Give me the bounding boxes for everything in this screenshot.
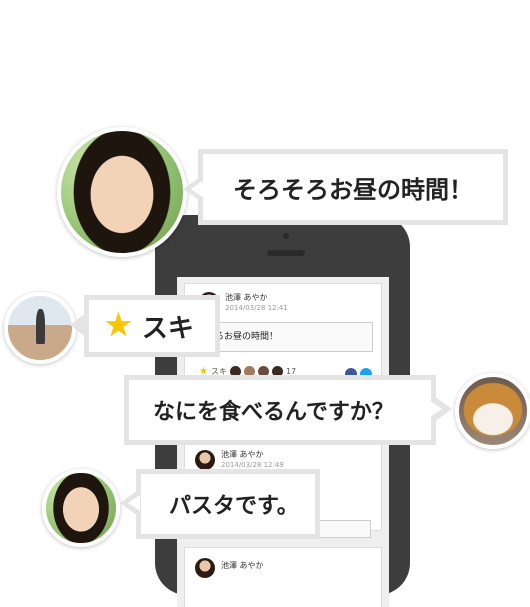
- avatar[interactable]: [195, 558, 215, 578]
- post-author[interactable]: 池澤 あやか: [221, 449, 264, 460]
- camera-icon: [283, 233, 289, 239]
- post-time: 2014/03/28 12:49: [221, 461, 284, 469]
- bubble-text: パスタです。: [169, 493, 299, 518]
- like-bubble: ★ スキ: [84, 295, 220, 357]
- avatar[interactable]: [195, 450, 215, 470]
- bubble-tail: [430, 401, 442, 417]
- avatar: [455, 373, 530, 449]
- speaker-grille: [267, 250, 305, 256]
- avatar: [4, 292, 76, 364]
- bubble-text: そろそろお昼の時間！: [233, 176, 473, 204]
- post-author[interactable]: 池澤 あやか: [225, 292, 268, 303]
- bubble-tail: [70, 313, 86, 337]
- chat-bubble: なにを食べるんですか？: [124, 375, 436, 445]
- bubble-tail: [191, 180, 204, 198]
- post-author[interactable]: 池澤 あやか: [221, 560, 264, 571]
- avatar: [57, 127, 187, 257]
- bubble-text: なにを食べるんですか？: [153, 399, 394, 424]
- chat-bubble: パスタです。: [136, 469, 320, 539]
- like-text: スキ: [141, 312, 194, 343]
- star-icon: ★: [105, 309, 132, 342]
- bubble-tail: [128, 495, 140, 511]
- post-time: 2014/03/28 12:41: [225, 304, 288, 312]
- avatar: [42, 469, 120, 547]
- feed-post: 池澤 あやか: [184, 547, 382, 607]
- post-text: そろお昼の時間！: [199, 322, 373, 352]
- chat-bubble: そろそろお昼の時間！: [198, 149, 508, 225]
